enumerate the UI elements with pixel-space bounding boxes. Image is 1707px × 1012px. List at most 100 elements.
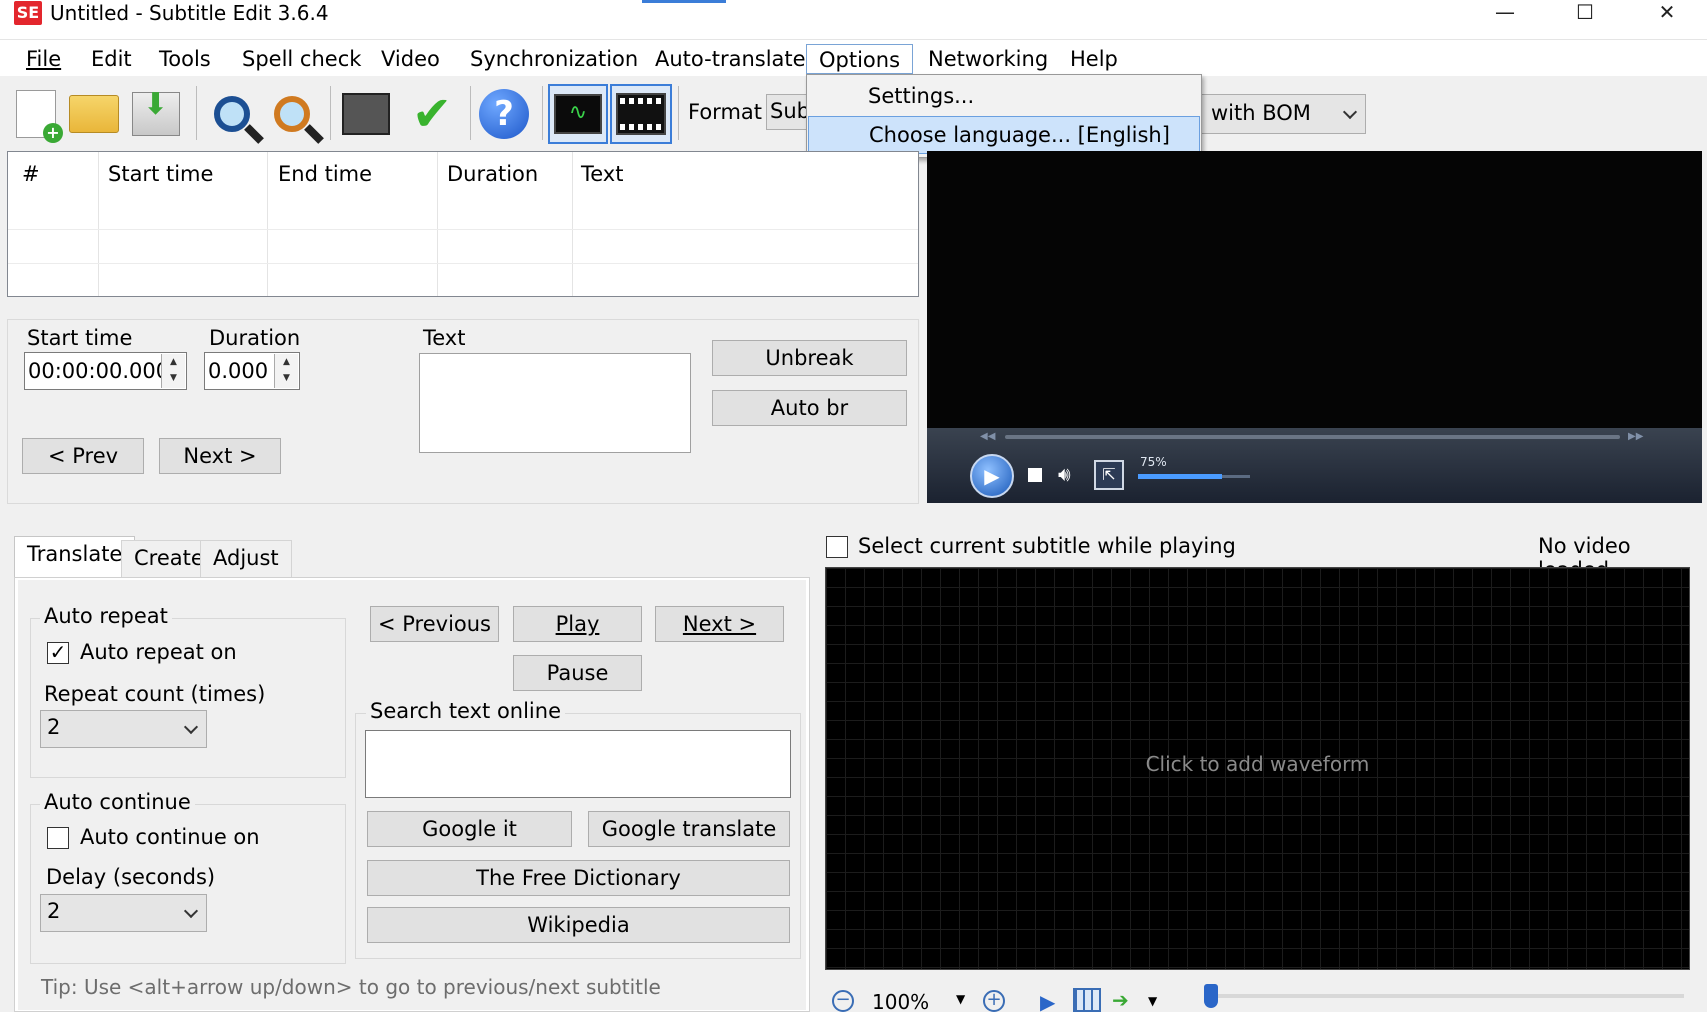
auto-continue-checkbox[interactable] bbox=[47, 827, 69, 849]
new-file-button[interactable]: + bbox=[8, 84, 64, 144]
replace-icon bbox=[274, 96, 310, 132]
zoom-dropdown-icon[interactable]: ▼ bbox=[956, 992, 965, 1006]
player-controls bbox=[927, 428, 1702, 503]
menu-options[interactable]: Options bbox=[806, 44, 914, 74]
search-online-label: Search text online bbox=[366, 699, 565, 723]
menu-spell-check[interactable]: Spell check bbox=[230, 44, 373, 74]
zoom-value: 100% bbox=[872, 990, 930, 1012]
save-icon bbox=[132, 87, 180, 136]
menu-file[interactable]: File bbox=[14, 44, 73, 74]
menu-help[interactable]: Help bbox=[1058, 44, 1130, 74]
volume-icon[interactable]: 🔊︎ bbox=[1058, 462, 1071, 486]
menu-settings[interactable]: Settings... bbox=[808, 78, 1200, 116]
delay-label: Delay (seconds) bbox=[46, 865, 216, 889]
find-button[interactable] bbox=[204, 84, 260, 144]
forward-arrows-icon[interactable]: ➔ bbox=[1112, 988, 1129, 1012]
close-button[interactable]: ✕ bbox=[1637, 0, 1697, 26]
toggle-waveform-button[interactable]: ∿ bbox=[548, 84, 608, 144]
spell-check-icon: ✔ bbox=[411, 86, 453, 142]
waveform-zoom-thumb[interactable] bbox=[1204, 984, 1218, 1008]
toggle-video-button[interactable] bbox=[610, 84, 672, 144]
volume-slider-fill bbox=[1138, 474, 1222, 479]
encoding-value: with BOM bbox=[1211, 101, 1311, 125]
column-divider bbox=[267, 152, 268, 296]
free-dictionary-button[interactable]: The Free Dictionary bbox=[367, 860, 790, 896]
duration-spinner[interactable]: ▲ ▼ bbox=[274, 354, 298, 388]
row-divider bbox=[8, 263, 918, 264]
auto-repeat-checkbox[interactable]: ✓ bbox=[47, 642, 69, 664]
play-button[interactable]: Play bbox=[513, 606, 642, 642]
repeat-count-select[interactable]: 2 bbox=[40, 710, 207, 748]
replace-button[interactable] bbox=[264, 84, 320, 144]
repeat-count-value: 2 bbox=[47, 715, 61, 739]
column-end-time[interactable]: End time bbox=[278, 162, 372, 186]
menu-edit[interactable]: Edit bbox=[79, 44, 144, 74]
rewind-icon[interactable]: ◀◀ bbox=[980, 431, 995, 442]
app-icon: SE bbox=[14, 1, 42, 25]
menu-tools[interactable]: Tools bbox=[147, 44, 223, 74]
next-subtitle-button[interactable]: Next > bbox=[655, 606, 784, 642]
column-duration[interactable]: Duration bbox=[447, 162, 538, 186]
pause-button[interactable]: Pause bbox=[513, 655, 642, 691]
google-it-button[interactable]: Google it bbox=[367, 811, 572, 847]
delay-select[interactable]: 2 bbox=[40, 894, 207, 932]
menu-auto-translate[interactable]: Auto-translate bbox=[643, 44, 818, 74]
waveform-spectrogram-icon[interactable] bbox=[1073, 988, 1101, 1012]
help-button[interactable]: ? bbox=[476, 84, 532, 144]
help-icon: ? bbox=[479, 89, 529, 139]
visual-sync-icon bbox=[342, 93, 390, 135]
fast-forward-icon[interactable]: ▶▶ bbox=[1628, 431, 1643, 442]
previous-button[interactable]: < Previous bbox=[370, 606, 499, 642]
search-input[interactable] bbox=[365, 730, 791, 798]
start-time-input[interactable]: 00:00:00.000 ▲ ▼ bbox=[24, 352, 187, 390]
toolbar-separator bbox=[330, 86, 331, 140]
options-dropdown-icon[interactable]: ▼ bbox=[1148, 994, 1157, 1008]
maximize-button[interactable]: ☐ bbox=[1555, 0, 1615, 26]
open-file-button[interactable] bbox=[66, 84, 122, 144]
add-waveform-message[interactable]: Click to add waveform bbox=[825, 752, 1690, 776]
seek-bar[interactable] bbox=[1005, 435, 1620, 439]
column-divider bbox=[98, 152, 99, 296]
stop-icon[interactable] bbox=[1028, 468, 1042, 482]
waveform-zoom-slider[interactable] bbox=[1204, 994, 1684, 998]
next-button[interactable]: Next > bbox=[159, 438, 281, 474]
column-text[interactable]: Text bbox=[581, 162, 623, 186]
tab-adjust[interactable]: Adjust bbox=[200, 540, 292, 577]
subtitle-text-input[interactable] bbox=[419, 353, 691, 453]
wikipedia-button[interactable]: Wikipedia bbox=[367, 907, 790, 943]
prev-button[interactable]: < Prev bbox=[22, 438, 144, 474]
encoding-select[interactable]: with BOM bbox=[1198, 94, 1366, 134]
auto-continue-on-label: Auto continue on bbox=[80, 825, 260, 849]
duration-value: 0.000 bbox=[208, 359, 269, 383]
google-translate-button[interactable]: Google translate bbox=[588, 811, 790, 847]
menu-networking[interactable]: Networking bbox=[916, 44, 1060, 74]
auto-continue-group-title: Auto continue bbox=[40, 790, 195, 814]
spell-check-button[interactable]: ✔ bbox=[404, 84, 460, 144]
select-current-subtitle-checkbox[interactable] bbox=[826, 536, 848, 558]
text-label: Text bbox=[423, 326, 466, 350]
auto-repeat-on-label: Auto repeat on bbox=[80, 640, 237, 664]
duration-input[interactable]: 0.000 ▲ ▼ bbox=[204, 352, 300, 390]
zoom-out-icon[interactable]: − bbox=[832, 990, 854, 1012]
auto-repeat-group-title: Auto repeat bbox=[40, 604, 172, 628]
play-icon[interactable]: ▶ bbox=[970, 454, 1014, 498]
play-button-label: Play bbox=[555, 612, 600, 636]
zoom-in-icon[interactable]: + bbox=[983, 990, 1005, 1012]
unbreak-button[interactable]: Unbreak bbox=[712, 340, 907, 376]
column-start-time[interactable]: Start time bbox=[108, 162, 213, 186]
column-number[interactable]: # bbox=[22, 162, 40, 186]
toolbar-separator bbox=[196, 86, 197, 140]
save-button[interactable] bbox=[128, 84, 184, 144]
tab-translate[interactable]: Translate bbox=[14, 536, 136, 578]
play-selection-icon[interactable]: ▶ bbox=[1040, 990, 1055, 1012]
auto-br-button[interactable]: Auto br bbox=[712, 390, 907, 426]
menu-choose-language[interactable]: Choose language... [English] bbox=[808, 116, 1200, 154]
zoom-select[interactable]: 100% bbox=[872, 990, 929, 1012]
menu-video[interactable]: Video bbox=[369, 44, 452, 74]
fullscreen-icon[interactable]: ⇱ bbox=[1094, 460, 1124, 490]
chevron-down-icon bbox=[1342, 104, 1358, 120]
start-time-spinner[interactable]: ▲ ▼ bbox=[161, 354, 185, 388]
visual-sync-button[interactable] bbox=[338, 84, 394, 144]
minimize-button[interactable]: — bbox=[1475, 0, 1535, 26]
menu-synchronization[interactable]: Synchronization bbox=[458, 44, 650, 74]
